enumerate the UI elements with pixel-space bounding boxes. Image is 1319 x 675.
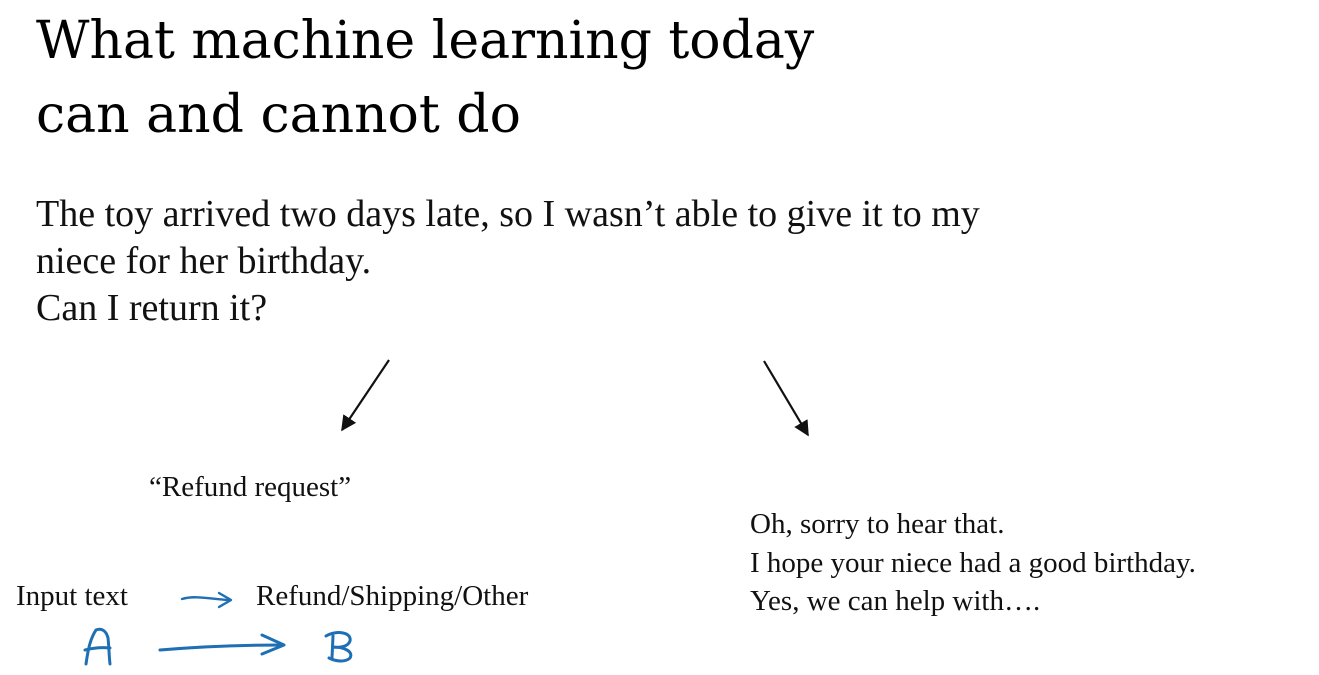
mapping-input-label: Input text — [16, 580, 128, 612]
email-line-3: Can I return it? — [36, 287, 268, 329]
email-line-2: niece for her birthday. — [36, 240, 372, 282]
classification-label: “Refund request” — [149, 471, 352, 503]
reply-line-3: Yes, we can help with…. — [750, 585, 1041, 617]
mapping-arrow-icon — [180, 591, 233, 609]
slide-title-line-2: can and cannot do — [36, 85, 521, 145]
reply-line-1: Oh, sorry to hear that. — [750, 508, 1005, 540]
handwritten-arrow-head — [260, 633, 286, 656]
slide-title: What machine learning today can and cann… — [36, 4, 814, 152]
customer-email-text: The toy arrived two days late, so I wasn… — [36, 191, 980, 332]
reply-line-2: I hope your niece had a good birthday. — [750, 546, 1196, 579]
arrow-to-reply — [763, 360, 809, 437]
handwritten-a-to-b-annotation — [83, 627, 353, 666]
handwritten-long-arrow — [158, 643, 284, 652]
arrow-to-classification — [341, 359, 390, 432]
handwritten-letter-b — [324, 631, 353, 663]
slide-title-line-1: What machine learning today — [36, 11, 815, 71]
mapping-output-label: Refund/Shipping/Other — [256, 580, 529, 612]
generated-reply-text: Oh, sorry to hear that. I hope your niec… — [750, 505, 1196, 621]
handwritten-letter-a — [83, 627, 112, 666]
email-line-1: The toy arrived two days late, so I wasn… — [36, 193, 980, 235]
